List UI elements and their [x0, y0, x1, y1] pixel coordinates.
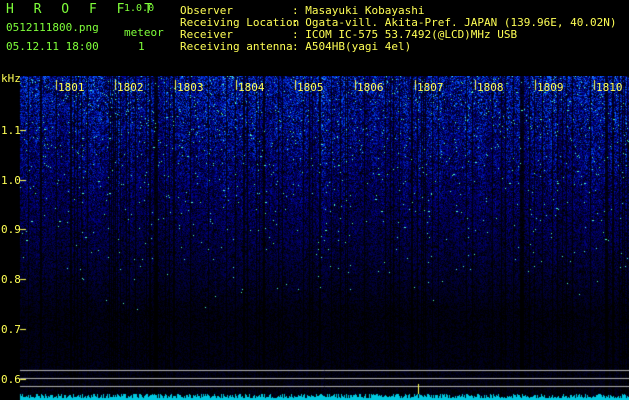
minute-mark: 1805	[297, 81, 324, 94]
y-tick: 0.8	[1, 273, 21, 286]
meteor-label: meteor	[124, 26, 164, 39]
datetime: 05.12.11 18:00	[6, 40, 99, 53]
y-tick: 1.0	[1, 174, 21, 187]
spectrogram-canvas	[0, 76, 629, 400]
header-panel: H R O F F T 1.0.0 0512111800.png meteor …	[0, 0, 629, 76]
y-tick: 0.9	[1, 223, 21, 236]
y-tick: 0.6	[1, 373, 21, 386]
minute-mark: 1808	[477, 81, 504, 94]
minute-mark: 1807	[417, 81, 444, 94]
meteor-count: 1	[138, 40, 145, 53]
y-tick: 0.7	[1, 323, 21, 336]
filename: 0512111800.png	[6, 21, 99, 34]
minute-mark: 1806	[357, 81, 384, 94]
antenna-label: Receiving antenna	[180, 40, 293, 53]
minute-mark: 1810	[596, 81, 623, 94]
app-version: 1.0.0	[124, 3, 155, 14]
y-tick: 1.1	[1, 124, 21, 137]
minute-mark: 1802	[117, 81, 144, 94]
axis-unit: kHz	[1, 72, 21, 85]
minute-mark: 1809	[537, 81, 564, 94]
minute-mark: 1804	[238, 81, 265, 94]
minute-mark: 1803	[177, 81, 204, 94]
antenna-value: : A504HB(yagi 4el)	[292, 40, 412, 53]
minute-mark: 1801	[58, 81, 85, 94]
